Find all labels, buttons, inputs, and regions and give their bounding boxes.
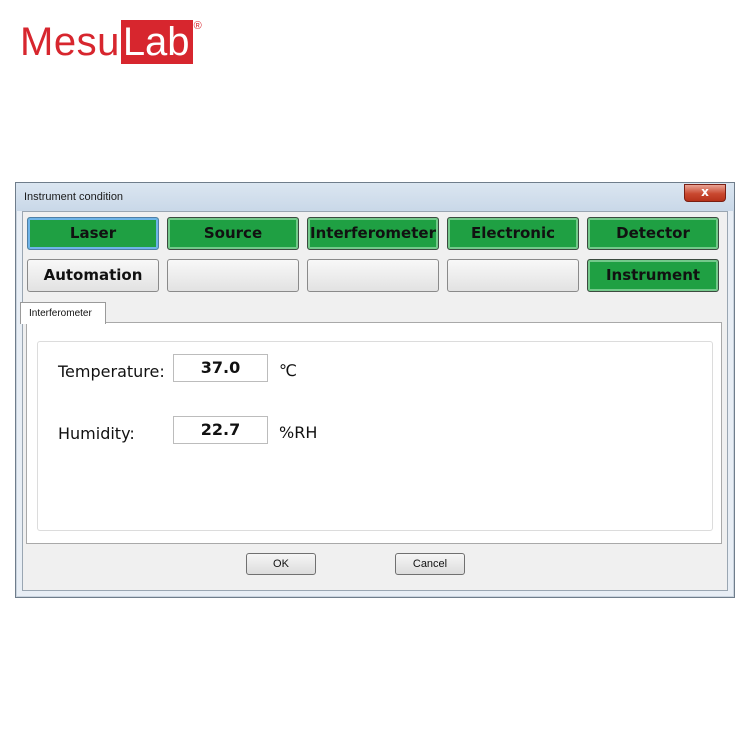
instrument-button[interactable]: Instrument [587,259,719,292]
logo-text-lab: Lab [120,20,193,64]
empty-module-button-3[interactable] [447,259,579,292]
humidity-label: Humidity: [58,424,135,443]
interferometer-button[interactable]: Interferometer [307,217,439,250]
humidity-unit: %RH [279,423,318,442]
automation-button[interactable]: Automation [27,259,159,292]
cancel-button[interactable]: Cancel [395,553,465,575]
ok-button[interactable]: OK [246,553,316,575]
registered-mark: ® [193,20,202,32]
logo-text-mesu: Mesu [20,20,120,64]
title-bar: Instrument condition x [16,183,734,211]
tab-interferometer[interactable]: Interferometer [20,302,106,324]
empty-module-button-2[interactable] [307,259,439,292]
close-icon: x [701,185,709,199]
conditions-group: Temperature: 37.0 ℃ Humidity: 22.7 %RH [37,341,713,531]
empty-module-button-1[interactable] [167,259,299,292]
humidity-field[interactable]: 22.7 [173,416,268,444]
source-button[interactable]: Source [167,217,299,250]
mesulab-logo: Mesu Lab ® [20,18,202,66]
tab-panel-interferometer: Temperature: 37.0 ℃ Humidity: 22.7 %RH [26,322,722,544]
temperature-unit: ℃ [279,361,297,380]
electronic-button[interactable]: Electronic [447,217,579,250]
laser-button[interactable]: Laser [27,217,159,250]
detector-button[interactable]: Detector [587,217,719,250]
temperature-field[interactable]: 37.0 [173,354,268,382]
close-button[interactable]: x [684,184,726,202]
temperature-label: Temperature: [58,362,165,381]
window-title: Instrument condition [24,191,124,203]
